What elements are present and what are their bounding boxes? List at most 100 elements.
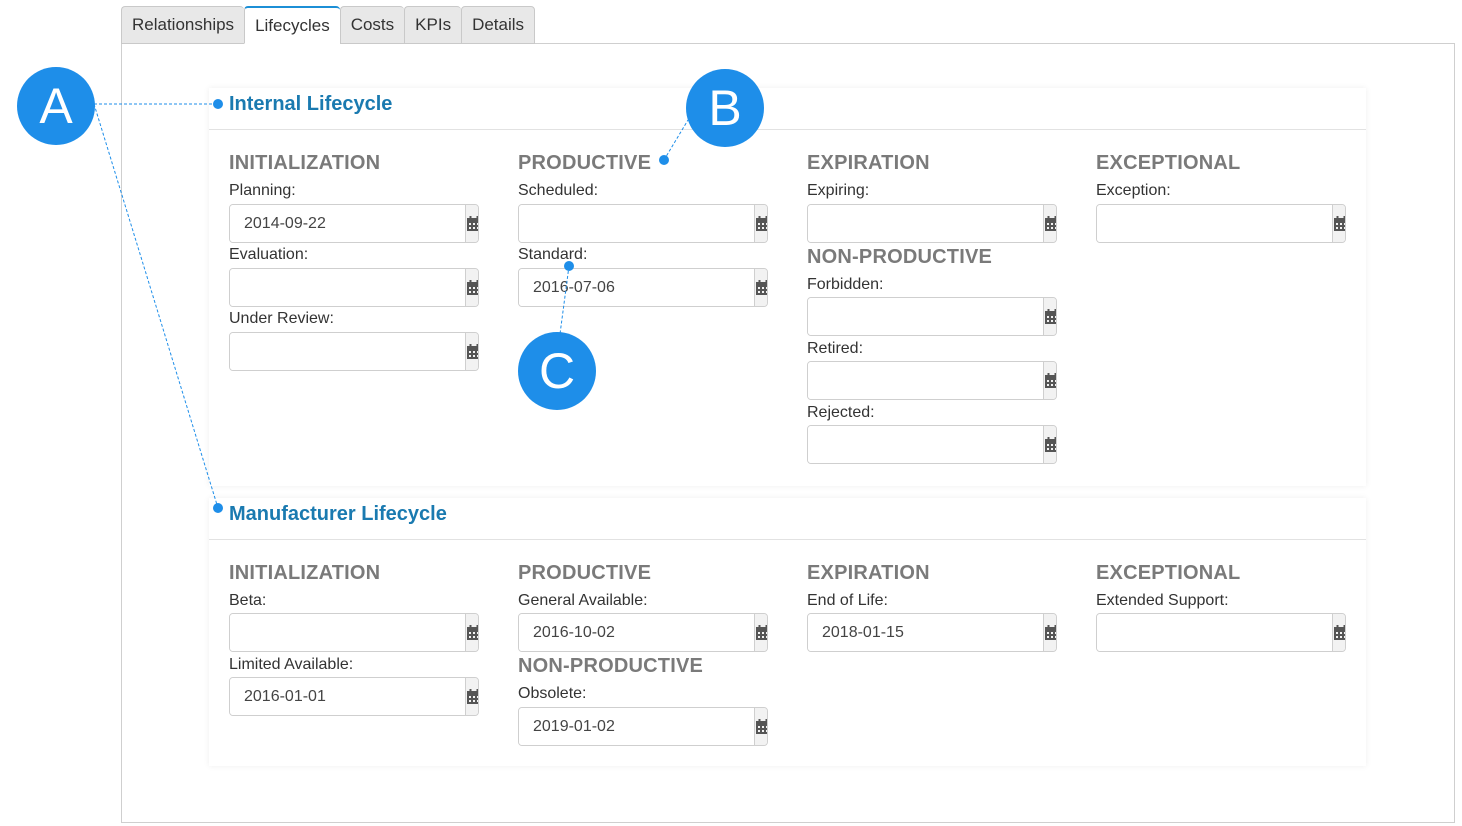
calendar-icon <box>467 688 478 704</box>
under-review-date-field <box>229 332 479 371</box>
under-review-input[interactable] <box>230 333 465 370</box>
standard-label: Standard: <box>518 246 588 263</box>
expiration-heading: EXPIRATION <box>807 152 930 174</box>
rejected-date-field <box>807 425 1057 464</box>
productive-heading: PRODUCTIVE <box>518 562 652 584</box>
calendar-icon <box>1045 372 1056 388</box>
calendar-button[interactable] <box>754 614 767 651</box>
calendar-button[interactable] <box>1332 614 1345 651</box>
tab-costs[interactable]: Costs <box>339 6 405 44</box>
expiring-date-field <box>807 204 1057 243</box>
forbidden-input[interactable] <box>808 298 1043 335</box>
manufacturer-lifecycle-title: Manufacturer Lifecycle <box>229 503 447 525</box>
calendar-icon <box>756 215 767 231</box>
calendar-button[interactable] <box>465 269 478 306</box>
limited-available-date-field <box>229 677 479 716</box>
divider <box>209 539 1366 540</box>
callout-c: C <box>518 332 596 410</box>
rejected-input[interactable] <box>808 426 1043 463</box>
calendar-button[interactable] <box>465 614 478 651</box>
calendar-icon <box>756 718 767 734</box>
evaluation-date-field <box>229 268 479 307</box>
planning-date-field <box>229 204 479 243</box>
calendar-button[interactable] <box>1043 298 1056 335</box>
expiring-input[interactable] <box>808 205 1043 242</box>
standard-input[interactable] <box>519 269 754 306</box>
callout-anchor-dot <box>564 261 574 271</box>
calendar-button[interactable] <box>754 269 767 306</box>
evaluation-label: Evaluation: <box>229 246 309 263</box>
calendar-button[interactable] <box>1043 362 1056 399</box>
standard-date-field <box>518 268 768 307</box>
initialization-heading: INITIALIZATION <box>229 152 381 174</box>
expiring-label: Expiring: <box>807 182 870 199</box>
limited-available-input[interactable] <box>230 678 465 715</box>
planning-input[interactable] <box>230 205 465 242</box>
callout-anchor-dot <box>213 99 223 109</box>
retired-input[interactable] <box>808 362 1043 399</box>
tab-bar: Relationships Lifecycles Costs KPIs Deta… <box>121 6 536 44</box>
general-available-label: General Available: <box>518 592 648 609</box>
divider <box>209 129 1366 130</box>
retired-label: Retired: <box>807 340 864 357</box>
extended-support-date-field <box>1096 613 1346 652</box>
calendar-icon <box>1045 308 1056 324</box>
rejected-label: Rejected: <box>807 404 875 421</box>
callout-anchor-dot <box>659 155 669 165</box>
calendar-icon <box>1045 215 1056 231</box>
calendar-button[interactable] <box>1043 205 1056 242</box>
tab-details[interactable]: Details <box>461 6 536 44</box>
retired-date-field <box>807 361 1057 400</box>
planning-label: Planning: <box>229 182 296 199</box>
calendar-icon <box>1045 436 1056 452</box>
general-available-input[interactable] <box>519 614 754 651</box>
end-of-life-input[interactable] <box>808 614 1043 651</box>
internal-lifecycle-title: Internal Lifecycle <box>229 93 393 115</box>
callout-b: B <box>686 69 764 147</box>
general-available-date-field <box>518 613 768 652</box>
exceptional-heading: EXCEPTIONAL <box>1096 152 1241 174</box>
calendar-icon <box>1045 624 1056 640</box>
calendar-button[interactable] <box>754 708 767 745</box>
scheduled-input[interactable] <box>519 205 754 242</box>
calendar-icon <box>467 279 478 295</box>
callout-anchor-dot <box>213 503 223 513</box>
forbidden-label: Forbidden: <box>807 276 884 293</box>
end-of-life-label: End of Life: <box>807 592 888 609</box>
calendar-icon <box>467 215 478 231</box>
non-productive-heading: NON-PRODUCTIVE <box>807 246 993 268</box>
evaluation-input[interactable] <box>230 269 465 306</box>
calendar-icon <box>1334 624 1345 640</box>
initialization-heading: INITIALIZATION <box>229 562 381 584</box>
calendar-icon <box>756 624 767 640</box>
calendar-button[interactable] <box>1332 205 1345 242</box>
under-review-label: Under Review: <box>229 310 334 327</box>
extended-support-label: Extended Support: <box>1096 592 1229 609</box>
exception-label: Exception: <box>1096 182 1171 199</box>
beta-date-field <box>229 613 479 652</box>
beta-input[interactable] <box>230 614 465 651</box>
tab-kpis[interactable]: KPIs <box>404 6 462 44</box>
tab-relationships[interactable]: Relationships <box>121 6 245 44</box>
scheduled-label: Scheduled: <box>518 182 599 199</box>
tab-lifecycles[interactable]: Lifecycles <box>244 6 340 44</box>
calendar-button[interactable] <box>465 678 478 715</box>
beta-label: Beta: <box>229 592 267 609</box>
limited-available-label: Limited Available: <box>229 656 354 673</box>
calendar-button[interactable] <box>1043 614 1056 651</box>
calendar-button[interactable] <box>465 205 478 242</box>
calendar-button[interactable] <box>1043 426 1056 463</box>
calendar-button[interactable] <box>754 205 767 242</box>
obsolete-input[interactable] <box>519 708 754 745</box>
calendar-button[interactable] <box>465 333 478 370</box>
forbidden-date-field <box>807 297 1057 336</box>
extended-support-input[interactable] <box>1097 614 1332 651</box>
obsolete-date-field <box>518 707 768 746</box>
non-productive-heading: NON-PRODUCTIVE <box>518 655 704 677</box>
exception-input[interactable] <box>1097 205 1332 242</box>
exception-date-field <box>1096 204 1346 243</box>
calendar-icon <box>467 343 478 359</box>
exceptional-heading: EXCEPTIONAL <box>1096 562 1241 584</box>
obsolete-label: Obsolete: <box>518 685 587 702</box>
scheduled-date-field <box>518 204 768 243</box>
